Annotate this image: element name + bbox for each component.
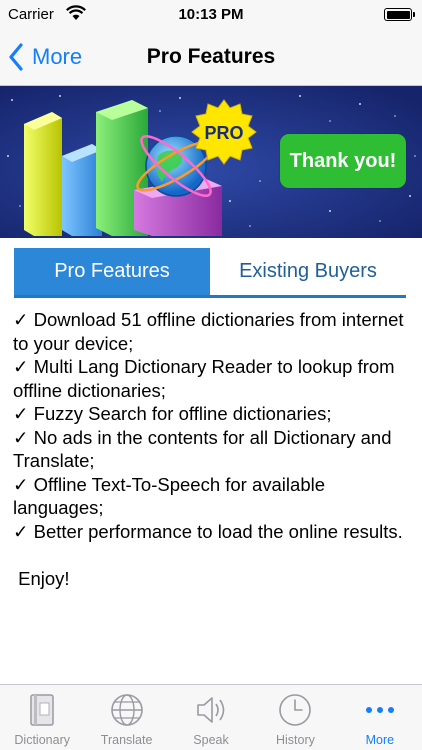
tab-pro-features[interactable]: Pro Features: [14, 248, 210, 295]
status-time: 10:13 PM: [178, 6, 244, 23]
list-item: ✓ Offline Text-To-Speech for available l…: [13, 473, 326, 519]
tab-bar-item-history[interactable]: History: [253, 685, 337, 750]
tab-bar-item-speak[interactable]: Speak: [169, 685, 253, 750]
list-item: ✓ No ads in the contents for all Diction…: [13, 426, 392, 472]
clock-icon: [279, 694, 312, 726]
dictionary-icon: [30, 694, 54, 726]
closing-text: Enjoy!: [18, 567, 70, 589]
tab-bar-item-more[interactable]: More: [338, 685, 422, 750]
list-item: ✓ Download 51 offline dictionaries from …: [13, 309, 404, 354]
speaker-icon: [197, 697, 225, 723]
navigation-bar: More Pro Features: [0, 30, 422, 86]
page-title: Pro Features: [146, 45, 276, 68]
feature-list: ✓ Download 51 offline dictionaries from …: [13, 308, 409, 590]
tab-bar-item-dictionary[interactable]: Dictionary: [0, 685, 84, 750]
globe-icon: [110, 694, 143, 726]
thank-you-button[interactable]: Thank you!: [280, 134, 406, 188]
bottom-tab-bar: Dictionary Translate Speak History More: [0, 684, 422, 750]
feature-tabs: Pro Features Existing Buyers: [14, 248, 406, 298]
tab-bar-item-translate[interactable]: Translate: [84, 685, 168, 750]
tab-existing-buyers[interactable]: Existing Buyers: [210, 248, 406, 295]
svg-text:PRO: PRO: [204, 123, 243, 143]
list-item: ✓ Better performance to load the online …: [13, 520, 403, 542]
battery-icon: [384, 8, 415, 21]
list-item: ✓ Multi Lang Dictionary Reader to lookup…: [13, 356, 395, 401]
more-icon: [365, 707, 394, 713]
list-item: ✓ Fuzzy Search for offline dictionaries;: [13, 403, 332, 424]
status-bar: Carrier 10:13 PM: [0, 0, 422, 30]
